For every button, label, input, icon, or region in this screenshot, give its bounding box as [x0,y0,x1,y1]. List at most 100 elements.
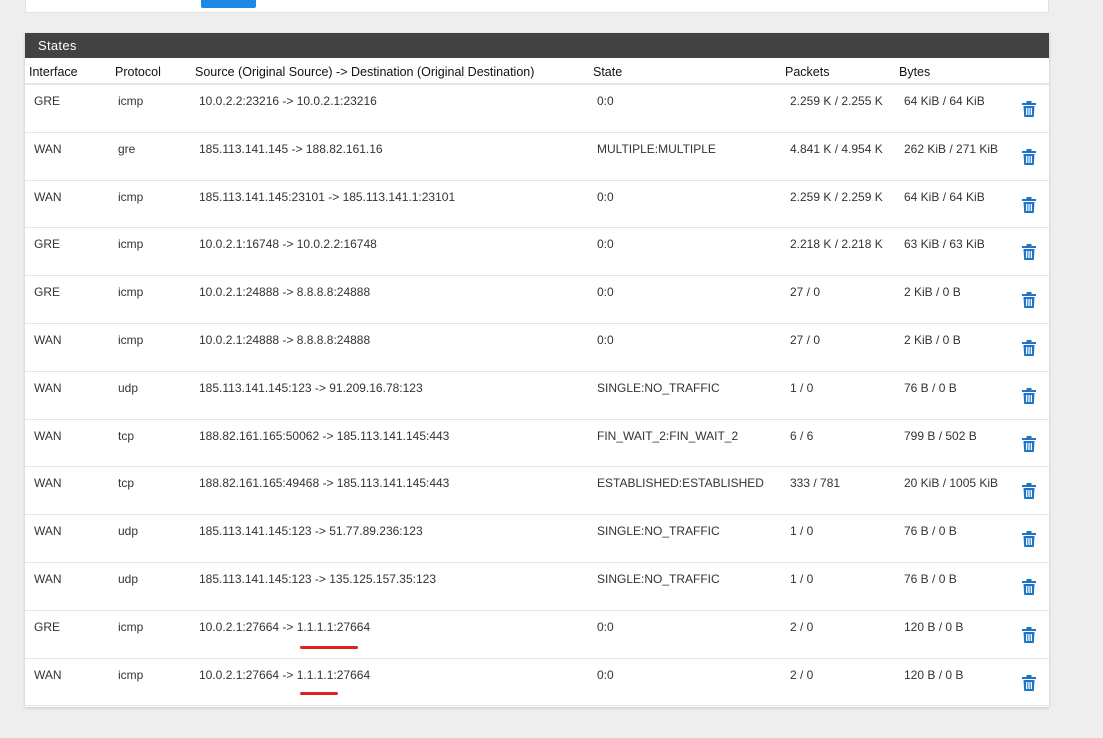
cell-state: SINGLE:NO_TRAFFIC [597,524,720,539]
cell-protocol: tcp [118,428,135,443]
cell-source-destination: 10.0.2.1:24888 -> 8.8.8.8:24888 [199,332,371,347]
cell-interface: WAN [34,476,62,491]
cell-packets: 27 / 0 [790,332,821,347]
cell-bytes: 2 KiB / 0 B [904,332,961,347]
states-panel: States Interface Protocol Source (Origin… [25,33,1049,707]
column-header-bytes[interactable]: Bytes [899,65,930,79]
cell-packets: 6 / 6 [790,428,814,443]
table-body: GRE icmp 10.0.2.2:23216 -> 10.0.2.1:23216 0… [25,85,1049,707]
cell-state: 0:0 [597,189,614,204]
top-panel [25,0,1049,13]
cell-bytes: 76 B / 0 B [904,380,957,395]
cell-protocol: icmp [118,285,144,300]
table-row: WAN tcp 188.82.161.165:49468 -> 185.113.14… [25,467,1049,516]
trash-icon[interactable] [1022,292,1036,309]
cell-interface: GRE [34,94,61,108]
panel-title: States [25,33,1049,58]
cell-packets: 2.259 K / 2.255 K [790,94,883,108]
cell-packets: 2 / 0 [790,667,814,682]
cell-interface: WAN [34,380,62,395]
cell-packets: 2.259 K / 2.259 K [790,189,883,204]
top-action-button[interactable] [201,0,256,8]
table-row: WAN icmp 10.0.2.1:24888 -> 8.8.8.8:24888 0:… [25,324,1049,372]
trash-icon[interactable] [1022,339,1036,356]
cell-state: 0:0 [597,619,614,634]
trash-icon[interactable] [1022,196,1036,213]
cell-state: FIN_WAIT_2:FIN_WAIT_2 [597,428,739,443]
cell-protocol: tcp [118,476,135,491]
cell-source-destination: 10.0.2.1:27664 -> 1.1.1.1:27664 [199,619,371,634]
table-row: WAN udp 185.113.141.145:123 -> 135.125.157… [25,563,1049,611]
cell-packets: 1 / 0 [790,524,814,539]
cell-state: 0:0 [597,285,614,300]
cell-protocol: icmp [118,667,144,682]
cell-state: 0:0 [597,237,614,252]
cell-interface: GRE [34,237,61,252]
cell-bytes: 64 KiB / 64 KiB [904,94,985,108]
cell-state: 0:0 [597,94,614,108]
cell-source-destination: 10.0.2.1:24888 -> 8.8.8.8:24888 [199,285,371,300]
cell-bytes: 63 KiB / 63 KiB [904,237,985,252]
cell-bytes: 20 KiB / 1005 KiB [904,476,999,491]
cell-protocol: udp [118,524,139,539]
cell-packets: 1 / 0 [790,571,814,586]
cell-packets: 2 / 0 [790,619,814,634]
cell-protocol: icmp [118,619,144,634]
cell-state: SINGLE:NO_TRAFFIC [597,571,720,586]
trash-icon[interactable] [1022,101,1036,117]
trash-icon[interactable] [1022,387,1036,404]
table-row: WAN tcp 188.82.161.165:50062 -> 185.113.14… [25,420,1049,468]
cell-source-destination: 188.82.161.165:50062 -> 185.113.141.145:… [199,428,450,443]
cell-protocol: gre [118,141,136,156]
trash-icon[interactable] [1022,483,1036,500]
cell-state: MULTIPLE:MULTIPLE [597,141,716,156]
column-header-interface[interactable]: Interface [29,65,78,79]
trash-icon[interactable] [1022,674,1036,691]
cell-protocol: udp [118,571,139,586]
trash-icon[interactable] [1022,531,1036,548]
trash-icon[interactable] [1022,148,1036,165]
trash-icon[interactable] [1022,578,1036,595]
table-row: WAN gre 185.113.141.145 -> 188.82.161.16 MU… [25,133,1049,181]
trash-icon[interactable] [1022,244,1036,261]
table-row: GRE icmp 10.0.2.1:16748 -> 10.0.2.2:16748 0… [25,228,1049,277]
cell-interface: GRE [34,285,61,300]
table-row: WAN udp 185.113.141.145:123 -> 91.209.16.7… [25,372,1049,420]
cell-interface: WAN [34,428,62,443]
cell-source-destination: 185.113.141.145:123 -> 135.125.157.35:12… [199,571,436,586]
cell-protocol: icmp [118,237,144,252]
cell-source-destination: 188.82.161.165:49468 -> 185.113.141.145:… [199,476,450,491]
cell-packets: 27 / 0 [790,285,821,300]
cell-source-destination: 185.113.141.145:123 -> 51.77.89.236:123 [199,524,423,539]
trash-icon[interactable] [1022,626,1036,643]
cell-packets: 2.218 K / 2.218 K [790,237,883,252]
column-header-source-destination[interactable]: Source (Original Source) -> Destination … [195,65,534,79]
cell-bytes: 262 KiB / 271 KiB [904,141,999,156]
cell-packets: 1 / 0 [790,380,814,395]
table-row: GRE icmp 10.0.2.2:23216 -> 10.0.2.1:23216 0… [25,85,1049,133]
cell-bytes: 76 B / 0 B [904,571,957,586]
cell-interface: WAN [34,141,62,156]
cell-source-destination: 185.113.141.145:23101 -> 185.113.141.1:2… [199,189,456,204]
table-row: WAN udp 185.113.141.145:123 -> 51.77.89.23… [25,515,1049,563]
column-header-protocol[interactable]: Protocol [115,65,161,79]
cell-packets: 333 / 781 [790,476,841,491]
column-header-state[interactable]: State [593,65,622,79]
cell-interface: WAN [34,189,62,204]
cell-state: 0:0 [597,332,614,347]
cell-protocol: udp [118,380,139,395]
column-header-packets[interactable]: Packets [785,65,829,79]
cell-interface: WAN [34,667,62,682]
cell-protocol: icmp [118,332,144,347]
annotation-underline [300,646,358,649]
cell-interface: WAN [34,332,62,347]
cell-interface: GRE [34,619,61,634]
cell-state: SINGLE:NO_TRAFFIC [597,380,720,395]
cell-source-destination: 10.0.2.2:23216 -> 10.0.2.1:23216 [199,94,377,108]
cell-interface: WAN [34,571,62,586]
cell-bytes: 120 B / 0 B [904,667,964,682]
table-row: GRE icmp 10.0.2.1:27664 -> 1.1.1.1:27664 0:… [25,611,1049,659]
cell-bytes: 76 B / 0 B [904,524,957,539]
trash-icon[interactable] [1022,435,1036,452]
cell-state: ESTABLISHED:ESTABLISHED [597,476,764,491]
